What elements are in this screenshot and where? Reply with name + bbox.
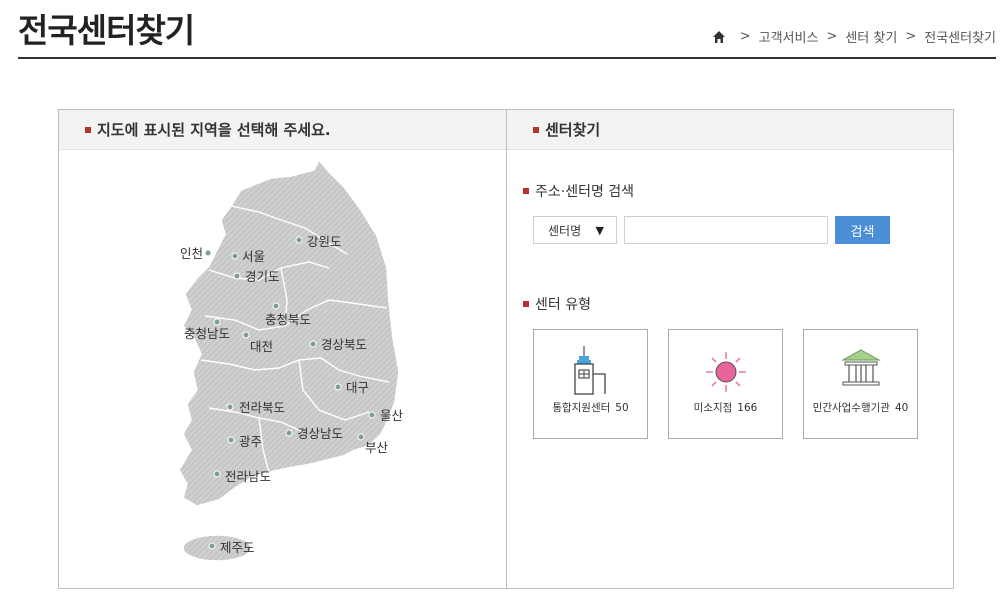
region-marker-icon[interactable]: [334, 383, 342, 391]
region-incheon[interactable]: 인천: [180, 246, 212, 261]
content-panel: 지도에 표시된 지역을 선택해 주세요. 인천 서울 경기도 강원도 충청북도 …: [58, 109, 954, 589]
region-marker-icon[interactable]: [368, 411, 376, 419]
search-button[interactable]: 검색: [835, 216, 890, 244]
search-type-select[interactable]: 센터명 ▼: [533, 216, 617, 244]
region-label[interactable]: 충청북도: [265, 312, 311, 327]
region-label[interactable]: 대전: [250, 339, 273, 354]
breadcrumb-separator: >: [826, 29, 838, 44]
bullet-icon: [533, 126, 539, 133]
region-marker-icon[interactable]: [213, 470, 221, 478]
region-marker-icon[interactable]: [242, 331, 250, 339]
type-card-private-agency[interactable]: 민간사업수행기관 40: [803, 329, 918, 439]
type-card-miso-branch[interactable]: 미소지점 166: [668, 329, 783, 439]
region-label[interactable]: 충청남도: [184, 326, 230, 341]
bullet-icon: [523, 301, 529, 307]
region-marker-icon[interactable]: [233, 272, 241, 280]
korea-map[interactable]: 인천 서울경기도 강원도충청북도충청남도대전 경상북도대구전라북도울산경상남도광주 부산…: [59, 150, 505, 588]
breadcrumb-separator: >: [905, 29, 917, 44]
region-marker-icon[interactable]: [213, 318, 221, 326]
region-label[interactable]: 광주: [239, 434, 262, 449]
building-icon: [569, 344, 613, 400]
map-panel-header: 지도에 표시된 지역을 선택해 주세요.: [59, 110, 506, 150]
region-marker-icon[interactable]: [226, 403, 234, 411]
bullet-icon: [85, 126, 91, 133]
type-card-label: 미소지점: [693, 402, 733, 414]
region-label[interactable]: 서울: [242, 249, 265, 264]
sun-icon: [704, 350, 748, 398]
dropdown-arrow-icon: ▼: [595, 223, 604, 237]
breadcrumb-separator: >: [739, 29, 751, 44]
region-marker-icon[interactable]: [204, 249, 212, 257]
region-label[interactable]: 경상북도: [321, 337, 367, 352]
region-label[interactable]: 강원도: [307, 234, 342, 249]
region-label[interactable]: 부산: [365, 440, 389, 455]
type-card-label: 민간사업수행기관: [812, 402, 890, 414]
bullet-icon: [523, 188, 529, 194]
finder-panel: 센터찾기 주소·센터명 검색 센터명 ▼ 검색 센터 유형 통합지원센터 50 …: [507, 110, 953, 588]
region-label[interactable]: 전라남도: [225, 469, 271, 484]
region-marker-icon[interactable]: [309, 340, 317, 348]
region-label[interactable]: 대구: [346, 380, 369, 395]
finder-panel-title: 센터찾기: [545, 121, 601, 139]
region-marker-icon[interactable]: [285, 429, 293, 437]
region-label[interactable]: 경상남도: [297, 426, 343, 441]
type-card-count: 50: [615, 402, 629, 414]
map-panel-title: 지도에 표시된 지역을 선택해 주세요.: [97, 121, 331, 139]
type-card-count: 40: [894, 402, 909, 414]
region-label[interactable]: 울산: [380, 408, 404, 423]
region-marker-icon[interactable]: [295, 236, 303, 244]
page-title: 전국센터찾기: [18, 11, 195, 50]
region-marker-icon[interactable]: [231, 252, 239, 260]
region-label[interactable]: 경기도: [245, 269, 280, 284]
search-type-value: 센터명: [548, 223, 582, 238]
type-card-count: 166: [737, 402, 758, 414]
search-input[interactable]: [624, 216, 828, 244]
region-marker-icon[interactable]: [227, 436, 235, 444]
type-card-integrated-center[interactable]: 통합지원센터 50: [533, 329, 648, 439]
breadcrumb: > 고객서비스 > 센터 찾기 > 전국센터찾기: [712, 27, 996, 46]
region-label[interactable]: 제주도: [220, 540, 255, 555]
region-marker-icon[interactable]: [357, 433, 365, 441]
map-panel: 지도에 표시된 지역을 선택해 주세요. 인천 서울 경기도 강원도 충청북도 …: [59, 110, 507, 588]
region-label[interactable]: 전라북도: [239, 400, 285, 415]
center-type-list: 통합지원센터 50 미소지점 166 민간사업수행기관 40: [533, 329, 938, 439]
breadcrumb-item-center-find[interactable]: 센터 찾기: [845, 27, 897, 46]
breadcrumb-item-customer-service[interactable]: 고객서비스: [759, 27, 819, 46]
search-row: 센터명 ▼ 검색: [533, 216, 890, 244]
home-icon[interactable]: [712, 30, 726, 44]
type-section-title: 센터 유형: [523, 294, 591, 314]
finder-panel-header: 센터찾기: [507, 110, 953, 150]
region-label[interactable]: 인천: [180, 246, 203, 261]
type-card-label: 통합지원센터: [552, 402, 611, 414]
region-marker-icon[interactable]: [208, 542, 216, 550]
title-divider: [18, 57, 996, 59]
bank-icon: [839, 348, 883, 394]
breadcrumb-item-national-center[interactable]: 전국센터찾기: [924, 27, 996, 46]
region-marker-icon[interactable]: [272, 302, 280, 310]
search-section-title: 주소·센터명 검색: [523, 181, 634, 201]
